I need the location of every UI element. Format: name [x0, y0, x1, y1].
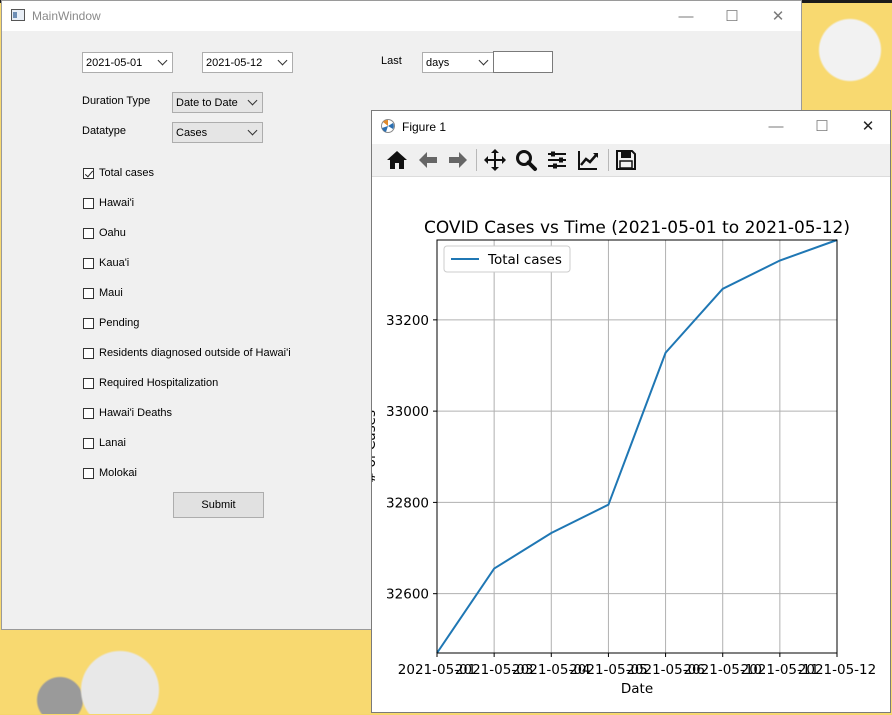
checkbox-icon[interactable] [83, 258, 94, 269]
checkbox-label: Pending [99, 317, 139, 329]
x-tick-label: 2021-05-12 [798, 662, 876, 678]
home-icon[interactable] [383, 146, 411, 174]
window-icon [11, 9, 25, 21]
y-axis-label: # of Cases [372, 410, 379, 483]
last-label: Last [381, 55, 402, 67]
checkbox-checked-icon[interactable] [83, 168, 94, 179]
checkbox-icon[interactable] [83, 198, 94, 209]
x-axis-label: Date [621, 681, 653, 697]
subplots-icon[interactable] [543, 146, 571, 174]
chart-title: COVID Cases vs Time (2021-05-01 to 2021-… [424, 218, 850, 238]
checkbox-item[interactable]: Pending [83, 316, 139, 330]
figure-window: Figure 1 — ☐ ✕ 2021-05-0 [371, 110, 891, 713]
maximize-icon[interactable]: ☐ [709, 1, 755, 31]
checkbox-label: Total cases [99, 167, 154, 179]
legend-label: Total cases [487, 252, 562, 268]
chevron-down-icon [278, 56, 288, 66]
checkbox-label: Oahu [99, 227, 126, 239]
checkbox-item[interactable]: Total cases [83, 166, 154, 180]
checkbox-item[interactable]: Maui [83, 286, 123, 300]
forward-icon[interactable] [444, 146, 472, 174]
chevron-down-icon [158, 56, 168, 66]
checkbox-label: Residents diagnosed outside of Hawai'i [99, 347, 291, 359]
checkbox-item[interactable]: Kaua'i [83, 256, 129, 270]
start-date-value: 2021-05-01 [86, 57, 142, 69]
figure-toolbar [372, 144, 890, 177]
checkbox-icon[interactable] [83, 378, 94, 389]
last-unit-select[interactable]: days [422, 52, 494, 73]
duration-type-value: Date to Date [176, 97, 238, 109]
end-date-select[interactable]: 2021-05-12 [202, 52, 293, 73]
checkbox-item[interactable]: Oahu [83, 226, 126, 240]
duration-type-select[interactable]: Date to Date [172, 92, 263, 113]
checkbox-icon[interactable] [83, 408, 94, 419]
checkbox-icon[interactable] [83, 228, 94, 239]
checkbox-label: Hawai'i [99, 197, 134, 209]
checkbox-item[interactable]: Hawai'i [83, 196, 134, 210]
maximize-icon[interactable]: ☐ [799, 111, 845, 141]
datatype-label: Datatype [82, 125, 126, 137]
close-icon[interactable]: ✕ [755, 1, 801, 31]
checkbox-label: Maui [99, 287, 123, 299]
figure-titlebar[interactable]: Figure 1 — ☐ ✕ [372, 111, 890, 141]
back-icon[interactable] [414, 146, 442, 174]
checkbox-item[interactable]: Residents diagnosed outside of Hawai'i [83, 346, 291, 360]
checkbox-label: Molokai [99, 467, 137, 479]
checkbox-icon[interactable] [83, 348, 94, 359]
checkbox-icon[interactable] [83, 318, 94, 329]
last-value-input[interactable] [493, 51, 553, 73]
pan-icon[interactable] [481, 146, 509, 174]
main-titlebar[interactable]: MainWindow — ☐ ✕ [2, 1, 801, 31]
submit-button[interactable]: Submit [173, 492, 264, 518]
checkbox-item[interactable]: Required Hospitalization [83, 376, 218, 390]
checkbox-item[interactable]: Molokai [83, 466, 137, 480]
y-tick-label: 32800 [386, 495, 429, 511]
zoom-icon[interactable] [512, 146, 540, 174]
edit-axes-icon[interactable] [574, 146, 602, 174]
figure-title: Figure 1 [402, 120, 446, 134]
chevron-down-icon [479, 56, 489, 66]
line-chart: 2021-05-012021-05-032021-05-042021-05-05… [372, 177, 890, 712]
plot-background [437, 240, 837, 653]
duration-type-label: Duration Type [82, 95, 150, 107]
checkbox-icon[interactable] [83, 468, 94, 479]
y-tick-label: 33000 [386, 404, 429, 420]
close-icon[interactable]: ✕ [845, 111, 891, 141]
plot-area[interactable]: 2021-05-012021-05-032021-05-042021-05-05… [372, 177, 890, 712]
matplotlib-icon [380, 118, 396, 134]
checkbox-icon[interactable] [83, 288, 94, 299]
y-tick-label: 32600 [386, 587, 429, 603]
checkbox-label: Kaua'i [99, 257, 129, 269]
chevron-down-icon [248, 96, 258, 106]
checkbox-label: Hawai'i Deaths [99, 407, 172, 419]
start-date-select[interactable]: 2021-05-01 [82, 52, 173, 73]
checkbox-icon[interactable] [83, 438, 94, 449]
checkbox-label: Required Hospitalization [99, 377, 218, 389]
minimize-icon[interactable]: — [753, 111, 799, 141]
datatype-value: Cases [176, 127, 207, 139]
minimize-icon[interactable]: — [663, 1, 709, 31]
chevron-down-icon [248, 126, 258, 136]
save-icon[interactable] [612, 146, 640, 174]
last-unit-value: days [426, 57, 449, 69]
end-date-value: 2021-05-12 [206, 57, 262, 69]
y-tick-label: 33200 [386, 313, 429, 329]
window-title: MainWindow [32, 9, 101, 23]
datatype-select[interactable]: Cases [172, 122, 263, 143]
checkbox-item[interactable]: Lanai [83, 436, 126, 450]
checkbox-label: Lanai [99, 437, 126, 449]
checkbox-item[interactable]: Hawai'i Deaths [83, 406, 172, 420]
